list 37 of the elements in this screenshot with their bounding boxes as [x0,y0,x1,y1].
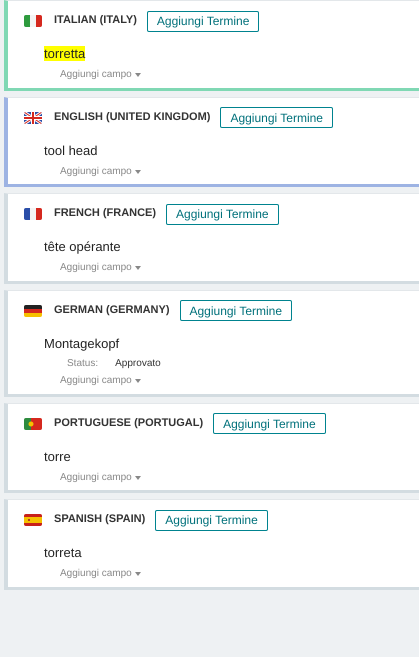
add-term-button[interactable]: Aggiungi Termine [180,300,292,321]
flag-icon [24,112,42,124]
flag-icon [24,304,42,316]
language-title: PORTUGUESE (PORTUGAL) [54,416,204,430]
add-field-dropdown[interactable]: Aggiungi campo [60,166,141,178]
term-text: tool head [44,142,98,158]
add-term-button[interactable]: Aggiungi Termine [213,413,326,434]
term-text: torre [44,448,71,464]
flag-icon [24,514,42,526]
caret-icon [134,476,141,480]
add-term-button[interactable]: Aggiungi Termine [146,10,260,32]
add-field-dropdown[interactable]: Aggiungi campo [60,262,141,274]
term-text: tête opérante [44,239,121,254]
term-text: Montagekopf [44,336,120,350]
caret-icon [134,379,141,384]
field-value: Approvato [115,358,161,370]
caret-icon [134,572,141,576]
add-field-dropdown[interactable]: Aggiungi campo [60,568,141,580]
caret-icon [134,73,141,78]
term-text: torreta [44,545,82,560]
add-term-button[interactable]: Aggiungi Termine [155,510,268,530]
field-label: Status: [67,358,98,370]
add-term-button[interactable]: Aggiungi Termine [220,107,333,128]
add-field-dropdown[interactable]: Aggiungi campo [60,69,141,82]
language-title: ITALIAN (ITALY) [54,14,137,28]
flag-icon [24,208,42,220]
language-title: ENGLISH (UNITED KINGDOM) [54,110,210,124]
add-field-dropdown[interactable]: Aggiungi campo [60,375,141,388]
flag-icon [24,15,42,27]
add-term-button[interactable]: Aggiungi Termine [166,204,279,224]
language-title: FRENCH (FRANCE) [54,207,156,221]
caret-icon [134,170,141,174]
language-title: GERMAN (GERMANY) [54,304,170,318]
language-title: SPANISH (SPAIN) [54,513,146,527]
flag-icon [24,418,42,430]
add-field-dropdown[interactable]: Aggiungi campo [60,472,141,484]
caret-icon [134,266,141,270]
